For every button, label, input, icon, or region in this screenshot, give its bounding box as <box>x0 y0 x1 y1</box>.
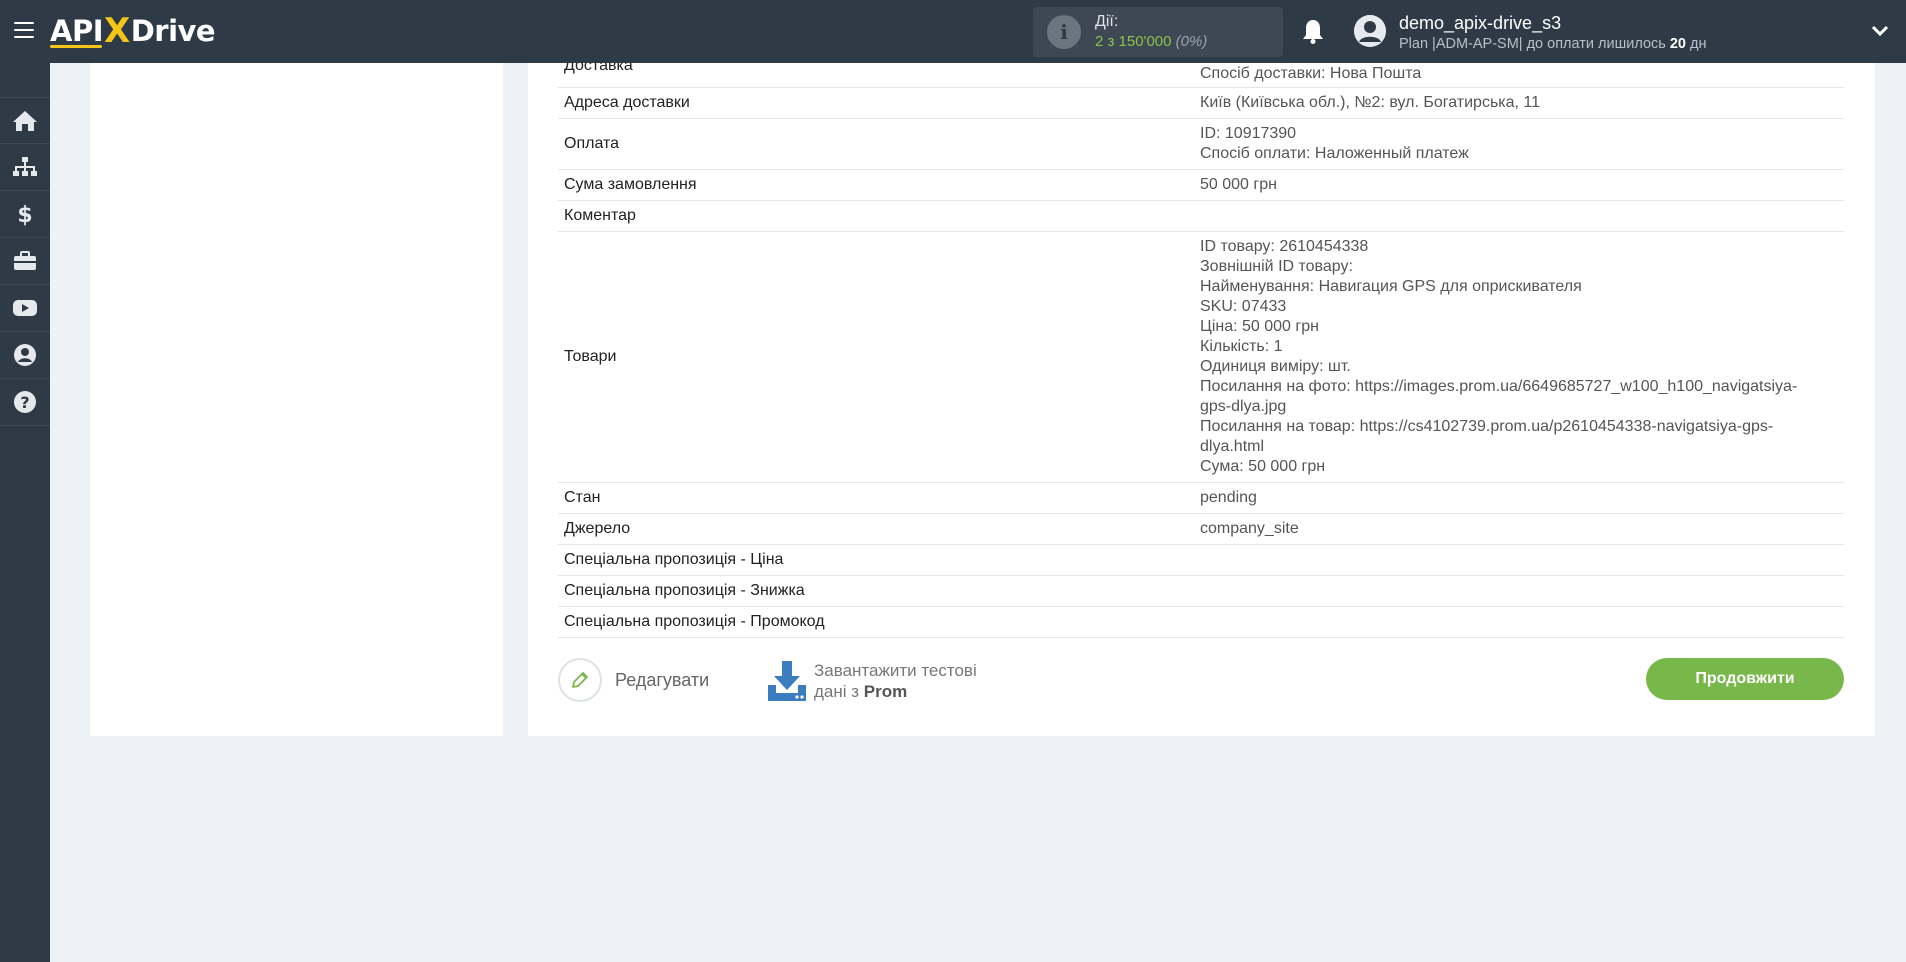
row-value-line: 50 000 грн <box>1200 176 1277 193</box>
row-value: company_site <box>1200 514 1844 544</box>
row-value-line: Ціна: 50 000 грн <box>1200 318 1319 335</box>
edit-circle <box>558 658 602 702</box>
row-value-line <box>1200 612 1844 632</box>
row-value: 50 000 грн <box>1200 170 1844 200</box>
row-key: Товари <box>564 348 617 365</box>
svg-text:$: $ <box>17 203 32 226</box>
row-value-line: Посилання на фото: https://images.prom.u… <box>1200 378 1798 395</box>
row-key: Доставка <box>564 63 633 74</box>
row-value: Спосіб доставки: Нова Пошта <box>1200 65 1422 82</box>
table-row: Оплата ID: 10917390 Спосіб оплати: Наложен… <box>558 119 1844 170</box>
row-value: ID: 10917390 Спосіб оплати: Наложенный пл… <box>1200 119 1844 169</box>
row-key: Сума замовлення <box>564 176 697 193</box>
table-row: Спеціальна пропозиція - Знижка <box>558 576 1844 607</box>
continue-button[interactable]: Продовжити <box>1646 658 1844 700</box>
download-test-data-button[interactable]: Завантажити тестові дані з Prom <box>766 658 977 704</box>
sidebar-item-billing[interactable]: $ <box>0 191 50 238</box>
row-value <box>1200 201 1844 231</box>
avatar[interactable] <box>1354 15 1386 47</box>
download-label: Завантажити тестові дані з Prom <box>814 661 977 701</box>
chevron-down-icon[interactable] <box>1871 24 1889 38</box>
sidebar-item-home[interactable] <box>0 97 50 144</box>
sidebar-item-help[interactable]: ? <box>0 379 50 426</box>
row-value-line: gps-dlya.jpg <box>1200 398 1287 415</box>
edit-button[interactable]: Редагувати <box>558 658 709 702</box>
row-value-line: Одиниця виміру: шт. <box>1200 358 1351 375</box>
row-value-line <box>1200 550 1844 570</box>
row-value: Київ (Київська обл.), №2: вул. Богатирсь… <box>1200 88 1844 118</box>
row-key: Спеціальна пропозиція - Промокод <box>564 613 825 630</box>
home-icon <box>13 110 37 131</box>
table-row: Доставка Спосіб доставки: Нова Пошта <box>558 63 1844 88</box>
sidebar-item-account[interactable] <box>0 332 50 379</box>
row-value <box>1200 545 1844 575</box>
table-row: Товари ID товару: 2610454338 Зовнішній ID … <box>558 232 1844 483</box>
actions-count: 2 з 150'000 (0%) <box>1095 33 1208 50</box>
table-row: Спеціальна пропозиція - Ціна <box>558 545 1844 576</box>
row-value-line: dlya.html <box>1200 438 1265 455</box>
sitemap-icon <box>13 157 37 176</box>
row-value: pending <box>1200 483 1844 513</box>
order-data-table: Доставка Спосіб доставки: Нова Пошта Адр… <box>558 63 1844 638</box>
row-value-line: Сума: 50 000 грн <box>1200 458 1326 475</box>
row-value-line: ID товару: 2610454338 <box>1200 238 1369 255</box>
row-value-line <box>1200 206 1844 226</box>
row-value-line: Київ (Київська обл.), №2: вул. Богатирсь… <box>1200 94 1541 111</box>
user-name[interactable]: demo_apix-drive_s3 <box>1399 13 1561 34</box>
sidebar-item-services[interactable] <box>0 238 50 285</box>
hamburger-menu-icon[interactable] <box>14 22 34 38</box>
row-key: Спеціальна пропозиція - Знижка <box>564 582 805 599</box>
bell-icon[interactable] <box>1302 18 1324 44</box>
row-value-line: company_site <box>1200 520 1299 537</box>
user-plan: Plan |ADM-AP-SM| до оплати лишилось 20 д… <box>1399 36 1707 52</box>
svg-text:?: ? <box>20 393 29 412</box>
download-icon <box>768 661 806 701</box>
dollar-icon: $ <box>17 203 32 226</box>
left-panel <box>90 63 503 736</box>
row-value-line: Найменування: Навигация GPS для оприскив… <box>1200 278 1582 295</box>
row-key: Стан <box>564 489 601 506</box>
edit-label: Редагувати <box>615 669 710 690</box>
row-value: ID товару: 2610454338 Зовнішній ID товару… <box>1200 232 1844 482</box>
row-value-line: Кількість: 1 <box>1200 338 1283 355</box>
pencil-icon <box>572 672 588 688</box>
row-value-line: Посилання на товар: https://cs4102739.pr… <box>1200 418 1774 435</box>
top-bar: API X Drive i Дії: 2 з 150'000 (0%) demo_a… <box>0 0 1906 63</box>
table-row: Джерело company_site <box>558 514 1844 545</box>
row-value-line <box>1200 581 1844 601</box>
table-row: Сума замовлення 50 000 грн <box>558 170 1844 201</box>
help-icon: ? <box>14 391 36 413</box>
table-row: Стан pending <box>558 483 1844 514</box>
briefcase-icon <box>14 251 36 270</box>
youtube-icon <box>13 300 37 316</box>
row-key: Коментар <box>564 207 636 224</box>
row-key: Оплата <box>564 135 620 152</box>
sidebar: $ ? <box>0 63 50 962</box>
row-value <box>1200 576 1844 606</box>
actions-counter[interactable]: i Дії: 2 з 150'000 (0%) <box>1033 7 1283 57</box>
main-panel: Доставка Спосіб доставки: Нова Пошта Адр… <box>528 63 1875 736</box>
sidebar-item-connections[interactable] <box>0 144 50 191</box>
table-row: Адреса доставки Київ (Київська обл.), №2:… <box>558 88 1844 119</box>
table-row: Спеціальна пропозиція - Промокод <box>558 607 1844 638</box>
row-value-line: SKU: 07433 <box>1200 298 1287 315</box>
row-value-line: Зовнішній ID товару: <box>1200 258 1353 275</box>
info-icon: i <box>1047 15 1081 49</box>
row-key: Спеціальна пропозиція - Ціна <box>564 551 784 568</box>
apix-drive-logo[interactable]: API X Drive <box>50 11 216 51</box>
sidebar-item-video[interactable] <box>0 285 50 332</box>
table-row: Коментар <box>558 201 1844 232</box>
actions-label: Дії: <box>1095 13 1119 30</box>
user-circle-icon <box>14 344 36 366</box>
row-key: Адреса доставки <box>564 94 690 111</box>
row-value-line: pending <box>1200 489 1257 506</box>
row-value-line: ID: 10917390 <box>1200 125 1297 142</box>
row-key: Джерело <box>564 520 631 537</box>
action-bar: Редагувати Завантажити тестові дані з Pr… <box>558 658 1844 713</box>
user-avatar-icon <box>1354 15 1386 47</box>
row-value-line: Спосіб оплати: Наложенный платеж <box>1200 145 1469 162</box>
row-value <box>1200 607 1844 637</box>
